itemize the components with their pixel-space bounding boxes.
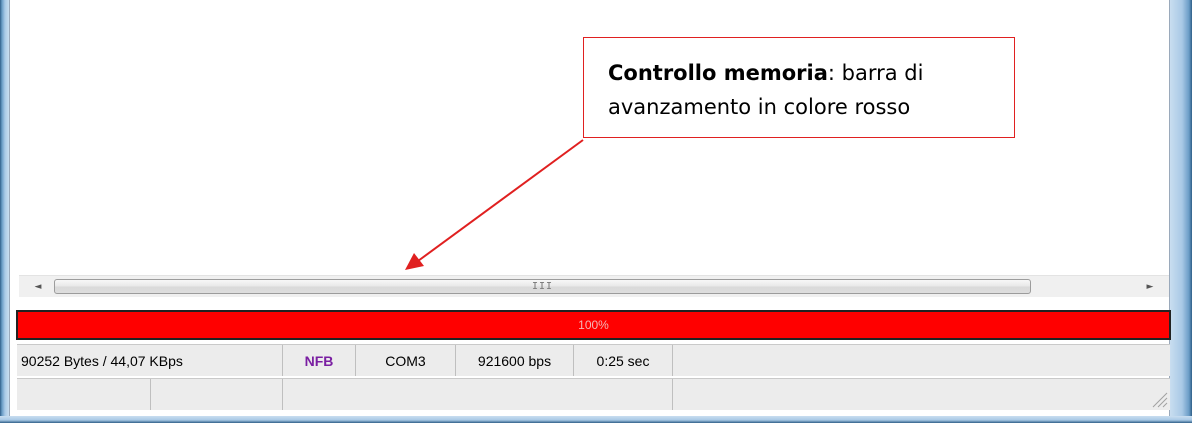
status-cell-3 [283,379,673,410]
grip-icon: III [531,281,554,292]
memory-progress-bar: 100% [16,310,1171,340]
window-frame-right [1170,0,1192,423]
annotation-bold-text: Controllo memoria [608,61,828,85]
annotation-text-line2: avanzamento in colore rosso [608,95,911,119]
mode-indicator: NFB [283,345,356,376]
annotation-text-line1: : barra di [827,61,924,85]
status-bar-bottom [17,378,1170,410]
progress-label: 100% [578,318,609,332]
status-cell-4 [673,379,1170,410]
elapsed-time: 0:25 sec [574,345,673,376]
status-empty-cell [673,345,1170,376]
status-cell-2 [151,379,283,410]
port-indicator: COM3 [356,345,456,376]
window-frame-bottom [0,416,1192,423]
window-frame-left [0,0,9,423]
transfer-rate: 90252 Bytes / 44,07 KBps [17,345,283,376]
scrollbar-thumb[interactable]: III [54,279,1031,294]
scroll-right-icon[interactable]: ► [1139,276,1161,297]
annotation-callout: Controllo memoria: barra di avanzamento … [583,37,1015,138]
baud-rate: 921600 bps [456,345,574,376]
resize-grip-icon[interactable] [1150,390,1168,408]
status-bar-top: 90252 Bytes / 44,07 KBps NFB COM3 921600… [17,344,1170,376]
status-cell-1 [17,379,151,410]
horizontal-scrollbar[interactable]: ◄ III ► [19,275,1169,297]
scroll-left-icon[interactable]: ◄ [27,276,49,297]
